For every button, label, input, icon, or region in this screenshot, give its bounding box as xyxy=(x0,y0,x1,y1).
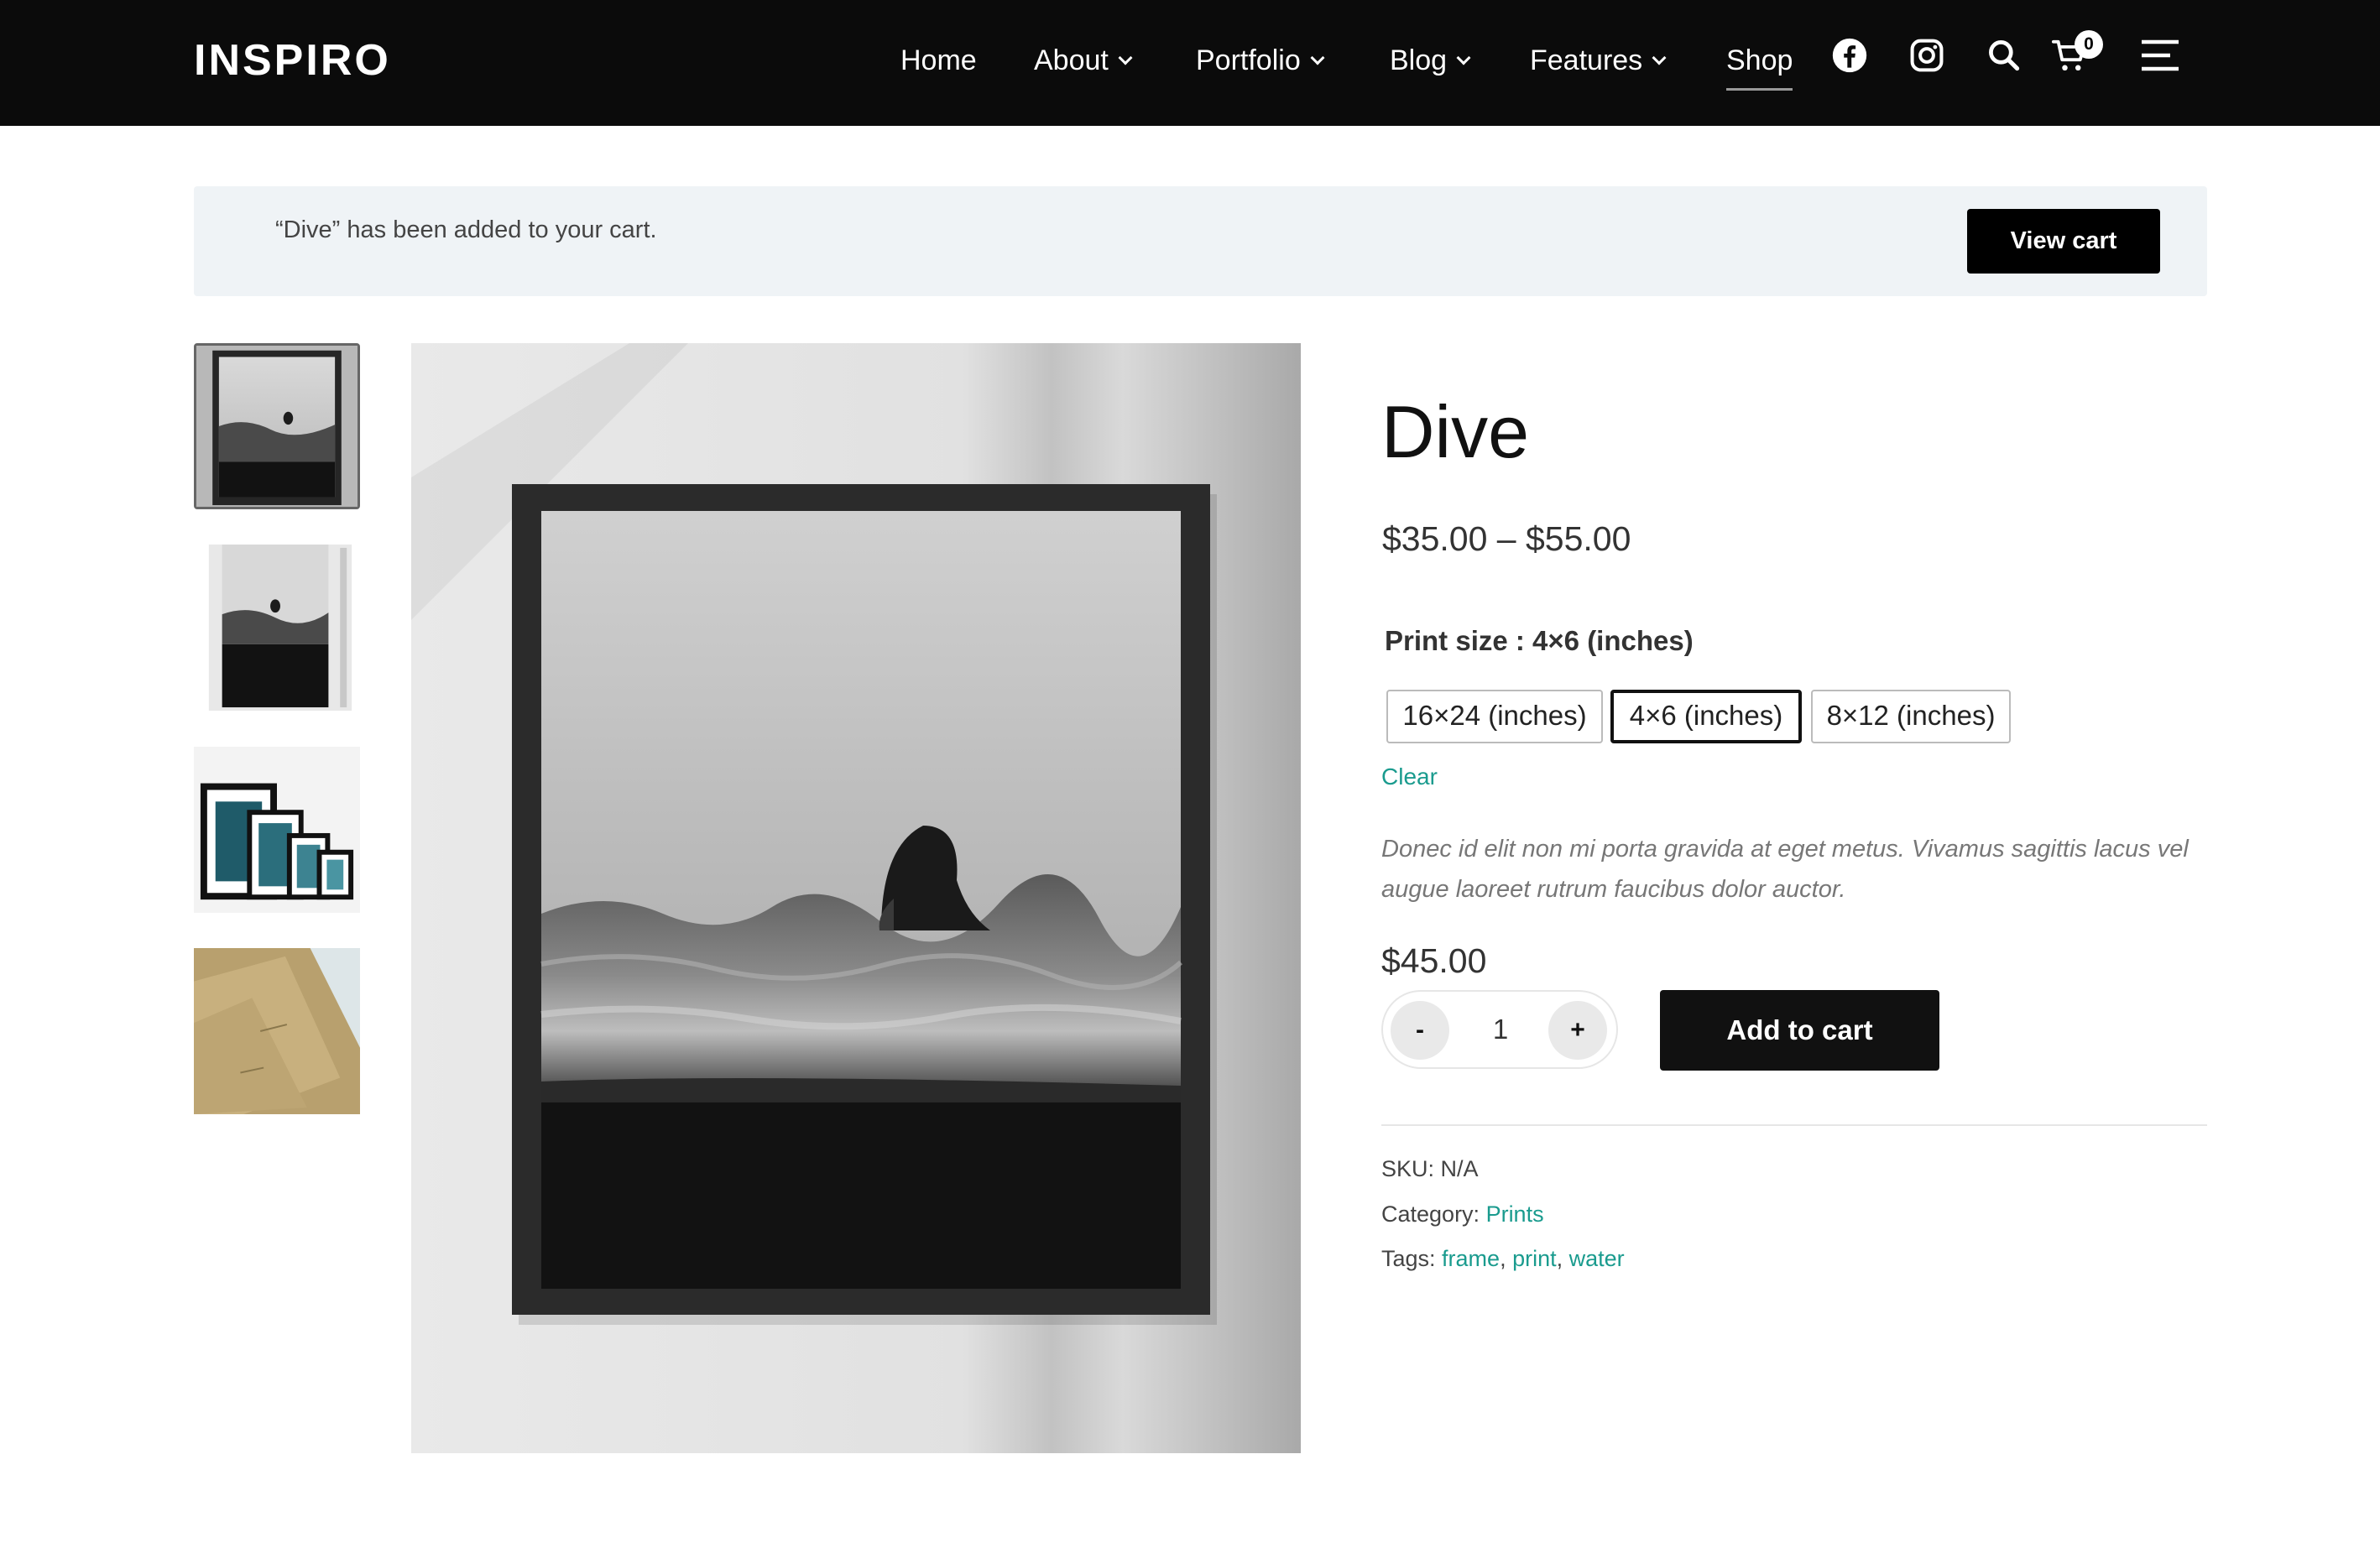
chevron-down-icon xyxy=(1456,50,1471,65)
cart-notice-message: “Dive” has been added to your cart. xyxy=(275,216,657,243)
add-to-cart-button[interactable]: Add to cart xyxy=(1660,990,1939,1071)
product-category: Category: Prints xyxy=(1381,1199,1544,1229)
nav-about[interactable]: About xyxy=(1034,42,1133,79)
product-tags: Tags: frame, print, water xyxy=(1381,1243,1625,1274)
active-nav-underline xyxy=(1726,88,1793,91)
nav-features[interactable]: Features xyxy=(1530,42,1667,79)
tags-label: Tags: xyxy=(1381,1246,1443,1271)
gallery-thumbnail[interactable] xyxy=(194,948,360,1114)
nav-blog[interactable]: Blog xyxy=(1390,42,1471,79)
category-link-prints[interactable]: Prints xyxy=(1486,1201,1544,1227)
tag-separator: , xyxy=(1556,1246,1569,1271)
thumbnail-kraft-prints-image xyxy=(194,948,360,1114)
thumbnail-multiple-frames-image xyxy=(194,747,360,913)
tag-link-print[interactable]: print xyxy=(1512,1246,1557,1271)
nav-portfolio[interactable]: Portfolio xyxy=(1196,42,1325,79)
nav-home[interactable]: Home xyxy=(900,42,977,79)
product-short-description: Donec id elit non mi porta gravida at eg… xyxy=(1381,836,2189,903)
chevron-down-icon xyxy=(1652,50,1667,65)
print-size-option-8x12[interactable]: 8×12 (inches) xyxy=(1811,690,2011,743)
clear-selection-link[interactable]: Clear xyxy=(1381,762,1438,792)
search-icon[interactable] xyxy=(1986,37,2022,74)
thumbnail-framed-print-image xyxy=(196,346,358,507)
menu-icon[interactable] xyxy=(2140,37,2180,74)
print-size-selected-value: 4×6 (inches) xyxy=(1532,625,1694,656)
product-sku: SKU: N/A xyxy=(1381,1154,1479,1184)
gallery-thumbnail[interactable] xyxy=(194,343,360,509)
nav-shop[interactable]: Shop xyxy=(1726,42,1793,91)
product-title: Dive xyxy=(1381,390,1530,473)
print-size-label: Print size : 4×6 (inches) xyxy=(1385,623,1694,659)
sku-label: SKU: xyxy=(1381,1156,1441,1181)
nav-about-label: About xyxy=(1034,44,1109,76)
instagram-icon[interactable] xyxy=(1908,37,1945,74)
quantity-input[interactable] xyxy=(1459,1009,1542,1050)
cart-count-badge: 0 xyxy=(2075,30,2103,59)
print-size-separator: : xyxy=(1507,625,1533,656)
print-size-label-text: Print size xyxy=(1385,625,1508,656)
view-cart-button[interactable]: View cart xyxy=(1967,209,2160,274)
quantity-stepper: - + xyxy=(1381,990,1618,1069)
tag-link-water[interactable]: water xyxy=(1569,1246,1625,1271)
quantity-decrease-button[interactable]: - xyxy=(1391,1001,1449,1060)
nav-home-label: Home xyxy=(900,44,977,76)
sku-value: N/A xyxy=(1440,1156,1479,1181)
print-size-option-16x24[interactable]: 16×24 (inches) xyxy=(1386,690,1603,743)
cart-notice: “Dive” has been added to your cart. xyxy=(194,186,2207,296)
nav-features-label: Features xyxy=(1530,44,1643,76)
site-header: INSPIRO Home About Portfolio Blog Featur… xyxy=(0,0,2380,126)
print-size-option-4x6[interactable]: 4×6 (inches) xyxy=(1610,690,1802,743)
tag-link-frame[interactable]: frame xyxy=(1442,1246,1500,1271)
nav-portfolio-label: Portfolio xyxy=(1196,44,1301,76)
category-label: Category: xyxy=(1381,1201,1486,1227)
product-price-range: $35.00 – $55.00 xyxy=(1382,519,1631,558)
product-main-image[interactable] xyxy=(411,343,1301,1453)
tag-separator: , xyxy=(1500,1246,1513,1271)
chevron-down-icon xyxy=(1118,50,1133,65)
nav-blog-label: Blog xyxy=(1390,44,1448,76)
gallery-thumbnail[interactable] xyxy=(194,747,360,913)
quantity-increase-button[interactable]: + xyxy=(1548,1001,1607,1060)
thumbnail-print-image xyxy=(194,545,360,711)
framed-swimmer-photo xyxy=(411,343,1301,1453)
chevron-down-icon xyxy=(1310,50,1325,65)
nav-shop-label: Shop xyxy=(1726,44,1793,76)
facebook-icon[interactable] xyxy=(1831,37,1868,74)
meta-divider xyxy=(1381,1124,2207,1126)
site-logo[interactable]: INSPIRO xyxy=(194,35,391,86)
variation-price: $45.00 xyxy=(1381,941,1487,980)
gallery-thumbnail[interactable] xyxy=(194,545,360,711)
